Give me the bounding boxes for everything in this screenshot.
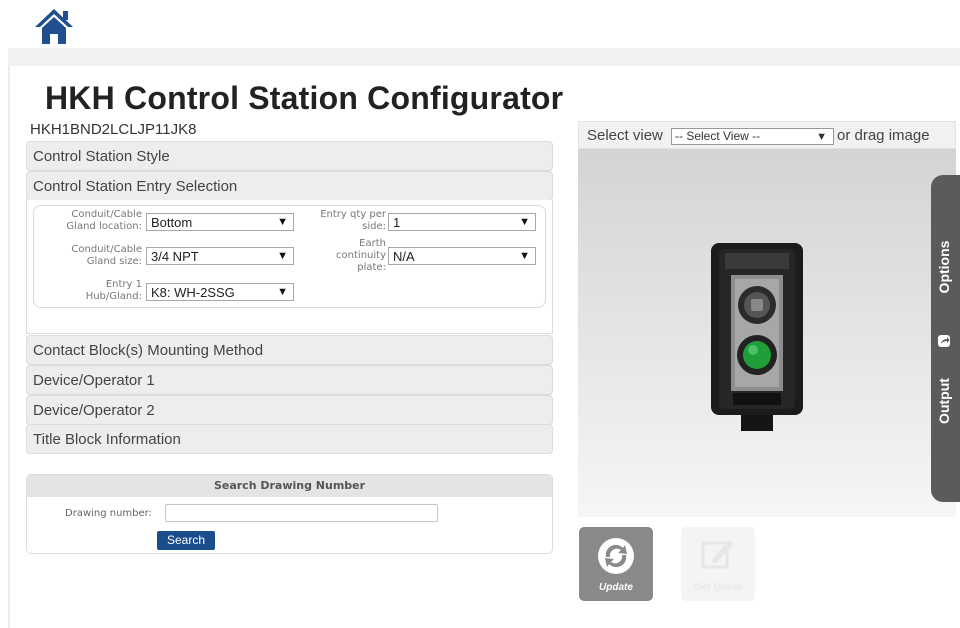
search-drawing-header: Search Drawing Number: [27, 475, 552, 497]
part-number: HKH1BND2LCLJP11JK8: [30, 121, 197, 138]
chevron-down-icon: ▼: [277, 216, 288, 228]
control-station-image: [711, 243, 803, 431]
select-view-dropdown[interactable]: -- Select View -- ▼: [671, 128, 834, 145]
entry-form: Conduit/Cable Gland location: Bottom ▼ Con…: [33, 205, 546, 308]
drag-image-hint: or drag image: [837, 127, 930, 144]
select-view-label: Select view: [587, 127, 663, 144]
chevron-down-icon: ▼: [277, 250, 288, 262]
options-tab[interactable]: Options: [936, 241, 952, 294]
accordion-contact-block[interactable]: Contact Block(s) Mounting Method: [26, 335, 553, 365]
earth-continuity-label: Earth continuity plate:: [336, 238, 386, 273]
accordion-device-operator-1[interactable]: Device/Operator 1: [26, 365, 553, 395]
gland-location-select[interactable]: Bottom ▼: [146, 213, 294, 231]
accordion-device-operator-2[interactable]: Device/Operator 2: [26, 395, 553, 425]
model-viewer[interactable]: [578, 149, 956, 517]
hub-gland-select[interactable]: K8: WH-2SSG ▼: [146, 283, 294, 301]
page-title: HKH Control Station Configurator: [45, 80, 564, 116]
search-button[interactable]: Search: [157, 531, 215, 550]
update-button[interactable]: Update: [579, 527, 653, 601]
edit-icon: [701, 540, 733, 569]
top-band: [8, 48, 960, 66]
view-header: Select view -- Select View -- ▼ or drag i…: [578, 121, 956, 149]
entry-selection-panel: Conduit/Cable Gland location: Bottom ▼ Con…: [26, 200, 553, 334]
share-icon[interactable]: [936, 333, 952, 349]
entry-qty-select[interactable]: 1 ▼: [388, 213, 536, 231]
home-icon[interactable]: [33, 6, 75, 46]
hub-gland-label: Entry 1 Hub/Gland:: [85, 279, 142, 302]
gland-size-select[interactable]: 3/4 NPT ▼: [146, 247, 294, 265]
gland-location-label: Conduit/Cable Gland location:: [66, 209, 142, 232]
left-rule: [8, 66, 10, 628]
accordion-control-station-style[interactable]: Control Station Style: [26, 141, 553, 171]
chevron-down-icon: ▼: [519, 216, 530, 228]
chevron-down-icon: ▼: [277, 286, 288, 298]
earth-continuity-select[interactable]: N/A ▼: [388, 247, 536, 265]
entry-qty-label: Entry qty per side:: [320, 209, 386, 232]
chevron-down-icon: ▼: [519, 250, 530, 262]
refresh-icon: [598, 538, 634, 574]
search-drawing-panel: Search Drawing Number Drawing number: Se…: [26, 474, 553, 554]
drawing-number-label: Drawing number:: [65, 508, 152, 519]
update-label: Update: [599, 582, 633, 593]
chevron-down-icon: ▼: [816, 131, 827, 143]
accordion-control-station-entry[interactable]: Control Station Entry Selection: [26, 171, 553, 201]
gland-size-label: Conduit/Cable Gland size:: [71, 244, 142, 267]
get-quote-button[interactable]: Get Quote: [681, 527, 755, 601]
accordion-title-block[interactable]: Title Block Information: [26, 424, 553, 454]
get-quote-label: Get Quote: [693, 582, 743, 593]
drawing-number-input[interactable]: [165, 504, 438, 522]
output-tab[interactable]: Output: [936, 378, 952, 424]
